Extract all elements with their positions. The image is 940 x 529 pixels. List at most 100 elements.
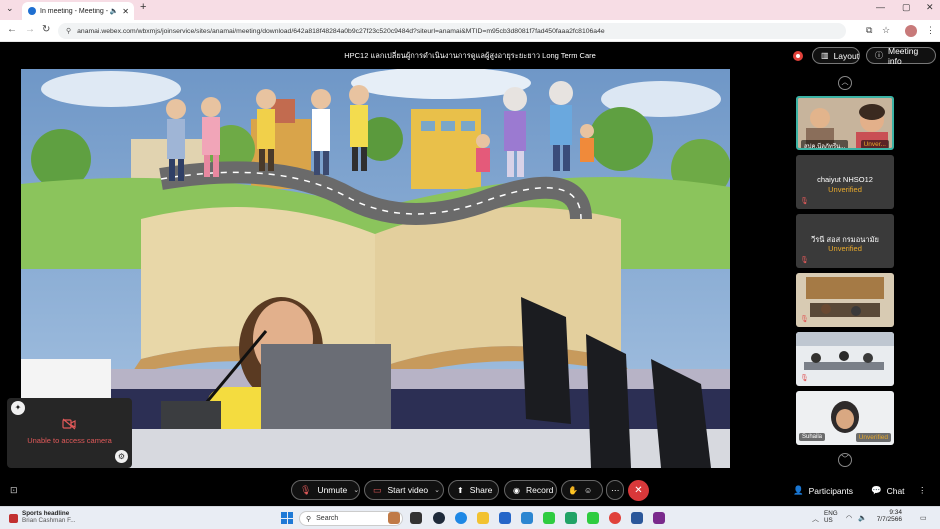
maximize-icon[interactable]: ▢ [902, 2, 911, 13]
translate-icon[interactable]: ⧉ [866, 25, 872, 36]
task-view-icon[interactable] [410, 512, 422, 524]
participant-tile[interactable]: 🎙 [796, 332, 894, 386]
windows-start-icon[interactable] [281, 512, 293, 524]
pin-icon[interactable]: ✦ [11, 401, 25, 415]
chat-button[interactable]: 💬 Chat [871, 485, 905, 496]
input-language[interactable]: ENG US [824, 510, 838, 524]
notification-icon[interactable]: ▭ [920, 514, 927, 522]
widget-icon[interactable] [388, 512, 400, 524]
word-icon[interactable] [631, 512, 643, 524]
reactions-button[interactable]: ✋ ☺ [561, 480, 603, 500]
participant-name: สปค.นีลภัทรีน... [801, 140, 849, 148]
more-options-button[interactable]: ⋯ [606, 480, 624, 500]
calendar-icon[interactable] [521, 512, 533, 524]
more-panels-icon[interactable]: ⋮ [918, 485, 927, 496]
share-label: Share [469, 485, 493, 495]
layout-button[interactable]: ▥ Layout [812, 47, 860, 64]
app-icon[interactable] [433, 512, 445, 524]
chat-icon: 💬 [871, 485, 882, 495]
file-explorer-icon[interactable] [477, 512, 489, 524]
leave-meeting-button[interactable]: ✕ [628, 480, 649, 501]
start-video-label: Start video [387, 485, 429, 495]
meeting-info-button[interactable]: ⓘ Meeting info [866, 46, 936, 66]
participants-button[interactable]: 👤 Participants [793, 485, 853, 496]
news-title: Sports headline [22, 510, 70, 517]
forward-icon[interactable]: → [25, 24, 35, 35]
self-view-panel[interactable]: ✦ Unable to access camera ⚙ [7, 398, 132, 468]
participant-tile[interactable]: วีรนี สอส กรมอนามัย Unverified 🎙 [796, 214, 894, 268]
participants-icon: 👤 [793, 485, 804, 495]
edge-icon[interactable] [455, 512, 467, 524]
url-text: anamai.webex.com/wbxmjs/joinservice/site… [77, 27, 605, 35]
raise-hand-icon: ✋ [568, 485, 578, 495]
participant-tile[interactable]: Suhaila Unverified [796, 391, 894, 445]
news-subtitle: Brian Cashman F... [22, 517, 76, 524]
browser-menu-icon[interactable]: ⋮ [926, 25, 935, 36]
webex-favicon-icon [28, 7, 36, 15]
participant-tile[interactable]: สปค.นีลภัทรีน... Unver... [796, 96, 894, 150]
scroll-up-chevron-icon[interactable]: ︿ [838, 76, 852, 90]
excel-icon[interactable] [565, 512, 577, 524]
close-tab-icon[interactable]: ✕ [122, 7, 129, 16]
participant-status: Unver... [860, 140, 889, 148]
audio-options-chevron-icon[interactable]: ⌄ [353, 486, 359, 494]
camera-off-icon [62, 418, 76, 430]
clock[interactable]: 9:34 7/7/2566 [872, 509, 902, 523]
wifi-icon[interactable]: ◠ [846, 514, 852, 522]
minimize-icon[interactable]: — [876, 2, 885, 12]
address-bar: ← → ↻ ⚲ anamai.webex.com/wbxmjs/joinserv… [0, 20, 940, 42]
muted-mic-icon: 🎙 [800, 375, 809, 382]
unmute-label: Unmute [317, 485, 348, 495]
back-icon[interactable]: ← [7, 24, 17, 35]
gear-icon[interactable]: ⚙ [115, 450, 128, 463]
clock-date: 7/7/2566 [876, 516, 902, 523]
profile-avatar[interactable] [905, 25, 917, 37]
browser-tab[interactable]: In meeting - Meeting - Web 🔈 ✕ [22, 2, 134, 20]
taskbar: Sports headline Brian Cashman F... ⚲ Sea… [0, 506, 940, 529]
participant-tile[interactable]: 🎙 [796, 273, 894, 327]
tab-title: In meeting - Meeting - Web [40, 7, 110, 15]
record-icon: ◉ [513, 485, 520, 495]
chrome-icon[interactable] [609, 512, 621, 524]
video-options-chevron-icon[interactable]: ⌄ [434, 486, 440, 494]
store-icon[interactable] [499, 512, 511, 524]
recording-indicator-icon [793, 51, 803, 61]
search-icon: ⚲ [306, 515, 312, 523]
muted-mic-icon: 🎙 [800, 316, 809, 323]
unmute-button[interactable]: 🎙 Unmute ⌄ [291, 480, 360, 500]
volume-icon[interactable]: 🔈 [858, 514, 867, 522]
line-icon[interactable] [587, 512, 599, 524]
tray-chevron-icon[interactable]: ︿ [812, 514, 819, 524]
reload-icon[interactable]: ↻ [42, 24, 50, 35]
tab-list-chevron-icon[interactable]: ⌄ [6, 3, 14, 14]
participant-status: Unverified [855, 433, 891, 442]
share-button[interactable]: ⬆ Share [448, 480, 499, 500]
url-field[interactable]: ⚲ anamai.webex.com/wbxmjs/joinservice/si… [58, 23, 846, 39]
participant-name: Suhaila [799, 433, 826, 441]
new-tab-icon[interactable]: + [140, 1, 146, 13]
speaker-icon[interactable]: 🔈 [110, 7, 119, 15]
app-icon[interactable] [653, 512, 665, 524]
region-code: US [824, 517, 833, 524]
bookmark-star-icon[interactable]: ☆ [882, 25, 890, 36]
scroll-down-chevron-icon[interactable]: ﹀ [838, 453, 852, 467]
site-info-icon[interactable]: ⚲ [66, 27, 71, 35]
layout-icon: ▥ [821, 51, 829, 60]
start-video-button[interactable]: ▭ Start video ⌄ [364, 480, 444, 500]
language-code: ENG [824, 510, 838, 517]
muted-mic-icon: 🎙 [300, 484, 312, 495]
muted-mic-icon: 🎙 [800, 198, 809, 205]
news-icon [9, 514, 18, 523]
participants-label: Participants [808, 485, 854, 496]
more-icon: ⋯ [611, 484, 620, 495]
window-close-icon[interactable]: ✕ [926, 2, 934, 13]
browser-tab-bar: ⌄ In meeting - Meeting - Web 🔈 ✕ + — ▢ ✕ [0, 0, 940, 20]
clock-time: 9:34 [889, 509, 902, 516]
participant-tile[interactable]: chaiyut NHSO12 Unverified 🎙 [796, 155, 894, 209]
line-icon[interactable] [543, 512, 555, 524]
search-placeholder: Search [316, 515, 339, 522]
close-icon: ✕ [634, 485, 643, 496]
record-button[interactable]: ◉ Record [504, 480, 557, 500]
captions-icon[interactable]: ⊡ [10, 485, 18, 496]
news-widget[interactable]: Sports headline Brian Cashman F... [22, 510, 76, 524]
